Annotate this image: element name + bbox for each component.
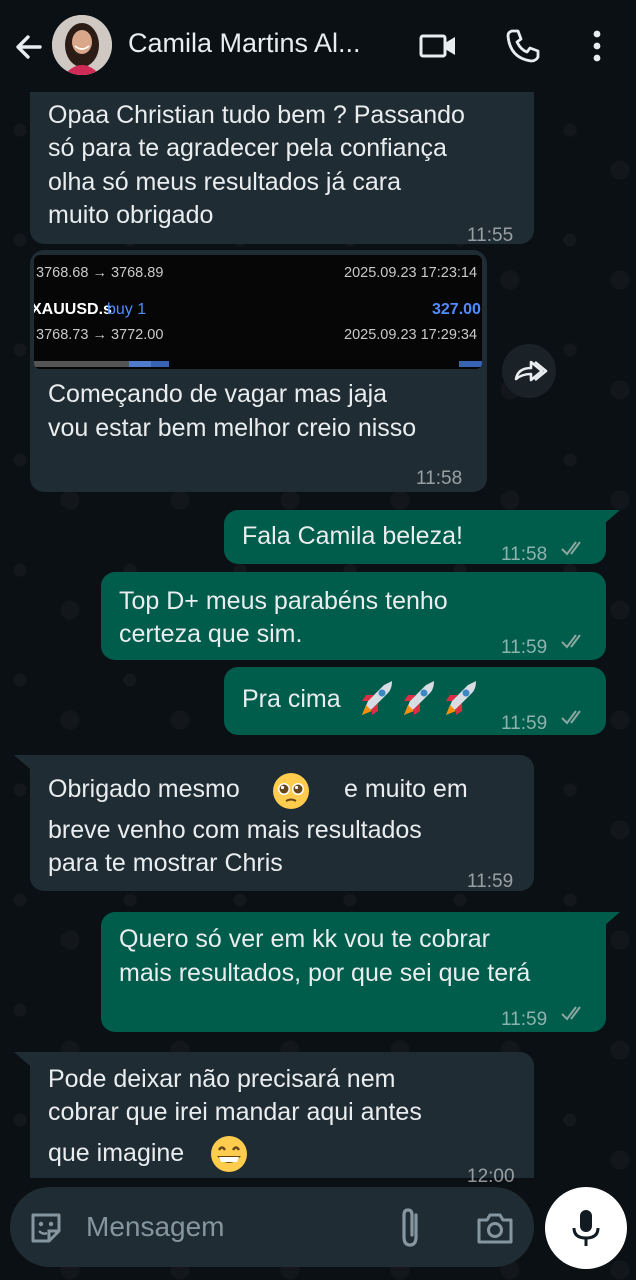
bubble-tail xyxy=(14,1052,30,1066)
message-time: 11:58 xyxy=(416,468,463,489)
read-receipt-icon xyxy=(561,710,581,725)
bubble-tail xyxy=(604,510,620,524)
message-text: mais resultados, por que sei que terá xyxy=(119,959,531,987)
read-receipt-icon xyxy=(561,634,581,649)
rocket-emoji-icon xyxy=(362,681,476,715)
message-text: Começando de vagar mas jaja xyxy=(48,380,388,408)
message-bubble-outgoing[interactable]: Quero só ver em kk vou te cobrar mais re… xyxy=(101,912,606,1032)
contact-avatar[interactable] xyxy=(52,15,112,75)
mic-icon xyxy=(572,1210,600,1246)
trade-side: buy 1 xyxy=(107,301,147,318)
bubble-tail xyxy=(604,912,620,926)
message-text: e muito em xyxy=(344,775,468,803)
message-text: breve venho com mais resultados xyxy=(48,816,422,844)
message-text: certeza que sim. xyxy=(119,620,303,648)
message-time: 11:59 xyxy=(467,871,514,892)
chat-header: Camila Martins Al... xyxy=(0,0,636,92)
message-text: só para te agradecer pela confiança xyxy=(48,134,447,162)
contact-name[interactable]: Camila Martins Al... xyxy=(128,28,361,59)
video-call-icon[interactable] xyxy=(418,26,458,66)
message-input[interactable]: Mensagem xyxy=(86,1211,225,1243)
back-arrow-icon[interactable] xyxy=(10,28,48,66)
trade-next-row-clipped xyxy=(459,361,482,367)
message-text: Fala Camila beleza! xyxy=(242,522,463,550)
message-text: muito obrigado xyxy=(48,201,214,229)
voice-record-button[interactable] xyxy=(545,1187,627,1269)
camera-icon[interactable] xyxy=(474,1208,516,1248)
message-time: 11:59 xyxy=(501,713,548,734)
message-bubble-incoming[interactable]: Obrigado mesmo e muito em breve venho co… xyxy=(30,755,534,892)
message-time: 11:59 xyxy=(501,1009,548,1030)
message-bubble-outgoing[interactable]: Fala Camila beleza! 11:58 xyxy=(224,510,606,565)
message-text: Pra cima xyxy=(242,685,341,713)
message-bubble-outgoing[interactable]: Pra cima 11:59 xyxy=(224,667,606,735)
trade-prices: 3768.73 → 3772.00 xyxy=(36,327,164,343)
message-text: que imagine xyxy=(48,1139,185,1167)
message-bubble-incoming[interactable]: Opaa Christian tudo bem ? Passando só pa… xyxy=(30,92,534,246)
message-text: Top D+ meus parabéns tenho xyxy=(119,587,448,615)
trade-symbol: XAUUSD.s xyxy=(34,301,112,318)
message-time: 11:59 xyxy=(501,637,548,658)
trade-date: 2025.09.23 17:23:14 xyxy=(344,265,478,281)
trade-next-row-clipped xyxy=(129,361,169,367)
message-text: Pode deixar não precisará nem xyxy=(48,1065,396,1093)
more-options-icon[interactable] xyxy=(578,26,616,66)
message-time: 11:55 xyxy=(467,225,514,246)
message-text: vou estar bem melhor creio nisso xyxy=(48,414,417,442)
message-text: para te mostrar Chris xyxy=(48,849,283,877)
sticker-icon[interactable] xyxy=(27,1209,65,1247)
message-bubble-incoming[interactable]: Pode deixar não precisará nem cobrar que… xyxy=(30,1052,534,1187)
message-time: 11:58 xyxy=(501,544,548,565)
message-text: Obrigado mesmo xyxy=(48,775,240,803)
trade-profit: 327.00 xyxy=(432,301,481,318)
read-receipt-icon xyxy=(561,541,581,556)
message-bubble-outgoing[interactable]: Top D+ meus parabéns tenho certeza que s… xyxy=(101,572,606,660)
message-text: Quero só ver em kk vou te cobrar xyxy=(119,925,490,953)
trade-date: 2025.09.23 17:29:34 xyxy=(344,327,478,343)
bubble-tail xyxy=(14,755,30,769)
phone-icon[interactable] xyxy=(503,26,543,66)
forward-icon xyxy=(514,360,548,382)
grinning-face-emoji-icon xyxy=(211,1136,247,1172)
forward-button[interactable] xyxy=(502,344,556,398)
trade-prices: 3768.68 → 3768.89 xyxy=(36,265,164,281)
pleading-face-emoji-icon xyxy=(273,773,309,809)
trade-screenshot-image[interactable]: 3768.68 → 3768.89 2025.09.23 17:23:14 XA… xyxy=(34,255,482,369)
read-receipt-icon xyxy=(561,1006,581,1021)
message-text: Opaa Christian tudo bem ? Passando xyxy=(48,101,465,129)
attach-icon[interactable] xyxy=(392,1205,428,1249)
message-text: cobrar que irei mandar aqui antes xyxy=(48,1098,422,1126)
message-text: olha só meus resultados já cara xyxy=(48,168,401,196)
